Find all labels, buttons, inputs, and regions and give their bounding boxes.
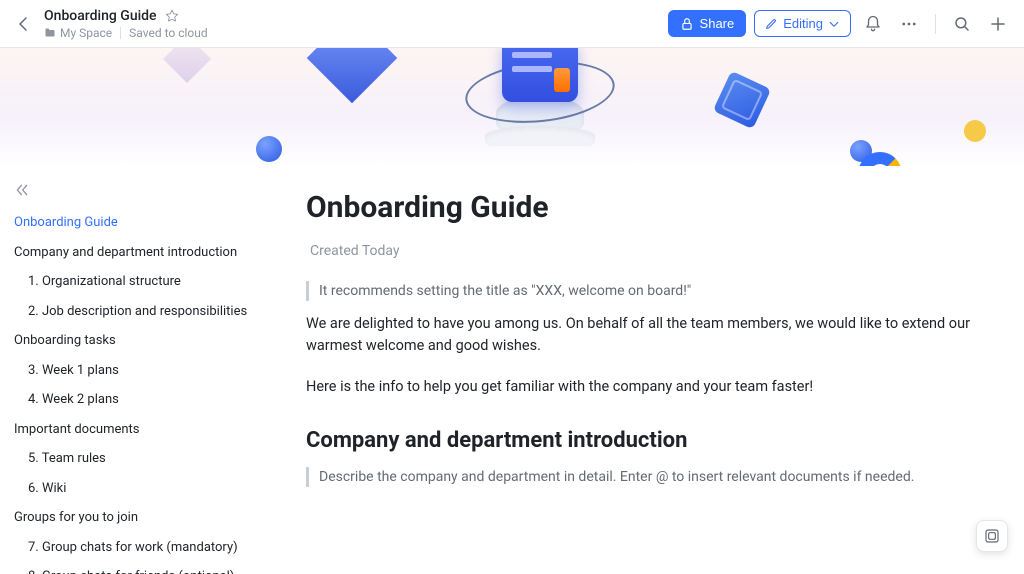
outline-item[interactable]: Groups for you to join [14, 503, 264, 533]
outline-item[interactable]: 8. Group chats for friends (optional) [14, 562, 264, 574]
chevrons-left-icon [14, 182, 30, 198]
document-content[interactable]: Onboarding Guide Created Today It recomm… [280, 166, 1024, 574]
share-label: Share [700, 16, 735, 31]
title-suggestion-quote[interactable]: It recommends setting the title as "XXX,… [306, 281, 984, 301]
decorative-diamond [163, 48, 211, 83]
favorite-button[interactable] [165, 9, 179, 23]
editing-label: Editing [783, 16, 823, 31]
outline-sidebar: Onboarding Guide Company and department … [0, 166, 280, 574]
decorative-diamond [307, 48, 398, 103]
title-row: Onboarding Guide [44, 8, 668, 24]
outline-panel-icon [984, 528, 1000, 544]
chevron-down-icon [828, 18, 840, 30]
more-horizontal-icon [900, 15, 918, 33]
floating-outline-button[interactable] [976, 520, 1008, 552]
back-button[interactable] [12, 12, 36, 36]
breadcrumb-space[interactable]: My Space [44, 26, 112, 40]
outline-item[interactable]: 2. Job description and responsibilities [14, 297, 264, 327]
page-title[interactable]: Onboarding Guide [306, 190, 984, 225]
welcome-paragraph[interactable]: We are delighted to have you among us. O… [306, 313, 984, 358]
outline-item[interactable]: Onboarding Guide [14, 208, 264, 238]
outline-item[interactable]: 7. Group chats for work (mandatory) [14, 533, 264, 563]
editing-mode-button[interactable]: Editing [754, 10, 851, 37]
document-title[interactable]: Onboarding Guide [44, 8, 157, 24]
bell-icon [864, 15, 882, 33]
notifications-button[interactable] [859, 10, 887, 38]
app-header: Onboarding Guide My Space Saved to cloud… [0, 0, 1024, 48]
cover-banner [0, 48, 1024, 166]
new-button[interactable] [984, 10, 1012, 38]
header-divider [935, 14, 936, 34]
decorative-sphere [256, 136, 282, 162]
document-body: Onboarding Guide Company and department … [0, 166, 1024, 574]
breadcrumb-space-label: My Space [60, 26, 112, 40]
title-area: Onboarding Guide My Space Saved to cloud [44, 8, 668, 40]
outline-item[interactable]: 5. Team rules [14, 444, 264, 474]
pencil-icon [765, 17, 778, 30]
outline-item[interactable]: 1. Organizational structure [14, 267, 264, 297]
outline-item[interactable]: Important documents [14, 415, 264, 445]
section-heading[interactable]: Company and department introduction [306, 428, 984, 453]
plus-icon [989, 15, 1007, 33]
header-actions: Share Editing [668, 10, 1012, 38]
created-timestamp: Created Today [306, 243, 984, 259]
search-button[interactable] [948, 10, 976, 38]
decorative-cube [713, 71, 771, 129]
decorative-sphere [964, 120, 986, 142]
breadcrumb-divider [120, 27, 121, 39]
breadcrumb-row: My Space Saved to cloud [44, 26, 668, 40]
section-placeholder-quote[interactable]: Describe the company and department in d… [306, 467, 984, 487]
share-button[interactable]: Share [668, 10, 747, 37]
more-button[interactable] [895, 10, 923, 38]
collapse-sidebar-button[interactable] [14, 182, 264, 198]
intro-paragraph[interactable]: Here is the info to help you get familia… [306, 376, 984, 398]
outline-item[interactable]: 3. Week 1 plans [14, 356, 264, 386]
outline-item[interactable]: Onboarding tasks [14, 326, 264, 356]
decorative-pedestal [460, 48, 620, 166]
save-status: Saved to cloud [129, 26, 207, 40]
folder-icon [44, 27, 56, 39]
outline-item[interactable]: 6. Wiki [14, 474, 264, 504]
share-icon [680, 17, 694, 31]
search-icon [953, 15, 971, 33]
outline-item[interactable]: Company and department introduction [14, 238, 264, 268]
outline-item[interactable]: 4. Week 2 plans [14, 385, 264, 415]
